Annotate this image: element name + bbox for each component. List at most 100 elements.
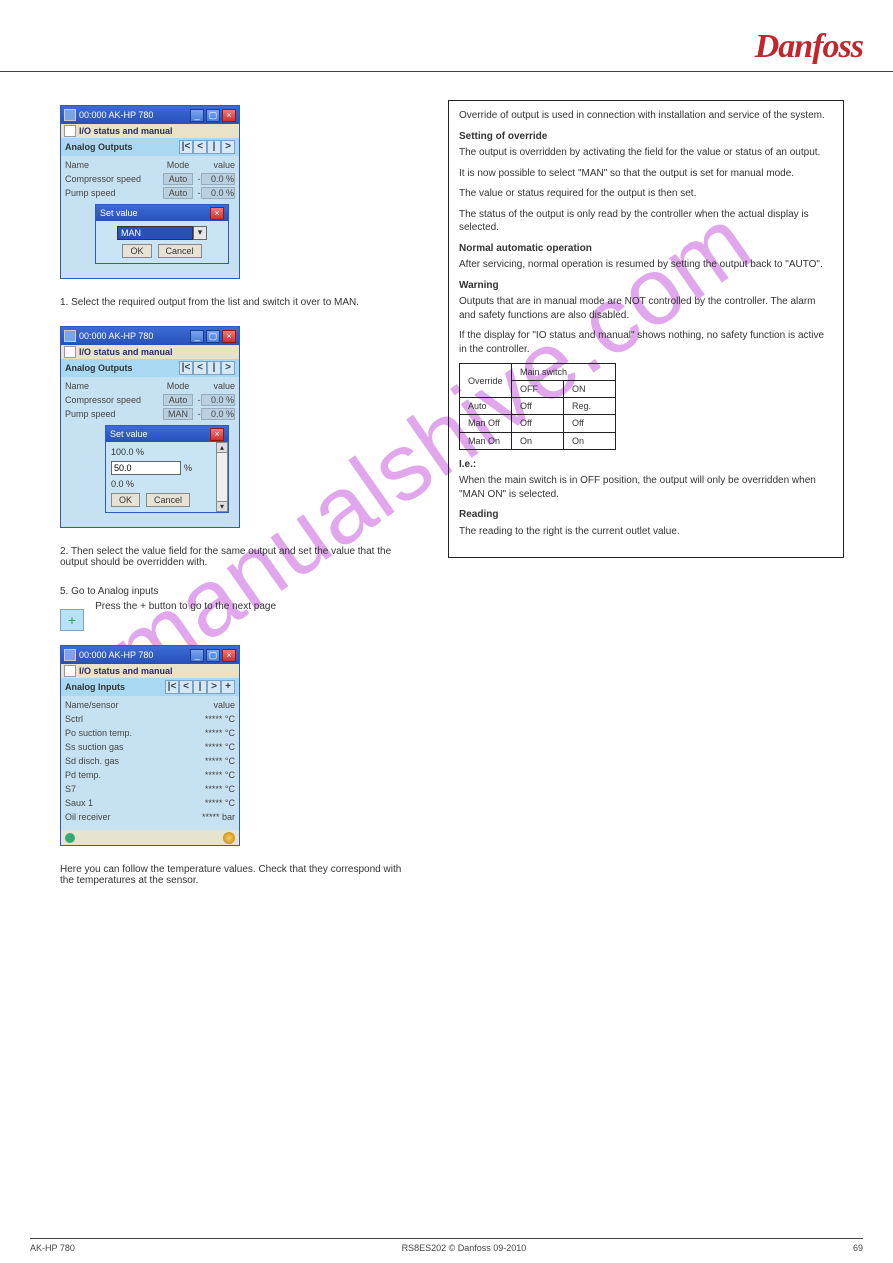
info-p3: It is now possible to select "MAN" so th… — [459, 167, 833, 181]
table-row: Pump speed MAN - 0.0 % — [65, 407, 235, 421]
nav-prev-button[interactable]: < — [193, 140, 207, 154]
row-value[interactable]: 0.0 % — [201, 173, 235, 185]
caption-2: 2. Then select the value field for the s… — [60, 546, 410, 568]
plus-button[interactable]: + — [60, 609, 84, 631]
col-value: value — [201, 160, 235, 170]
nav-next-button[interactable]: > — [221, 361, 235, 375]
window-title: 00:000 AK-HP 780 — [79, 331, 190, 341]
cancel-button[interactable]: Cancel — [146, 493, 190, 507]
table-cell: Auto — [460, 398, 512, 415]
table-row: Saux 1***** °C — [65, 796, 235, 810]
nav-first-button[interactable]: |< — [179, 361, 193, 375]
table-cell: Off — [512, 415, 564, 432]
ok-button[interactable]: OK — [111, 493, 140, 507]
table-cell: Main switch — [512, 364, 616, 381]
table-cell: Man Off — [460, 415, 512, 432]
info-h3: Warning — [459, 279, 833, 293]
left-column: 00:000 AK-HP 780 _ ▢ × I/O status and ma… — [60, 105, 430, 904]
status-indicator-icon — [65, 833, 75, 843]
nav-prev-button[interactable]: < — [193, 361, 207, 375]
input-grid: Name/sensor value Sctrl***** °C Po sucti… — [61, 696, 239, 830]
scroll-up-icon[interactable]: ▴ — [216, 442, 228, 453]
mode-combo[interactable]: MAN ▾ — [117, 226, 207, 240]
maximize-button[interactable]: ▢ — [206, 649, 220, 662]
info-h5: Reading — [459, 508, 833, 522]
col-name: Name/sensor — [65, 700, 201, 710]
col-value: value — [201, 700, 235, 710]
maximize-button[interactable]: ▢ — [206, 330, 220, 343]
status-bar — [61, 830, 239, 845]
table-row: Po suction temp.***** °C — [65, 726, 235, 740]
close-button[interactable]: × — [222, 109, 236, 122]
ok-button[interactable]: OK — [122, 244, 151, 258]
info-box: Override of output is used in connection… — [448, 100, 844, 558]
system-icon — [64, 649, 76, 661]
max-value-label: 100.0 % — [111, 447, 144, 457]
nav-first-button[interactable]: |< — [165, 680, 179, 694]
dialog-close-button[interactable]: × — [210, 428, 224, 441]
row-name: Pump speed — [65, 409, 163, 419]
info-p6: After servicing, normal operation is res… — [459, 258, 833, 272]
minimize-button[interactable]: _ — [190, 330, 204, 343]
nav-next-button[interactable]: > — [221, 140, 235, 154]
nav-sep: | — [207, 361, 221, 375]
output-grid: Name Mode value Compressor speed Auto - … — [61, 156, 239, 278]
set-value-dialog: Set value × MAN ▾ OK Cancel — [95, 204, 229, 264]
nav-prev-button[interactable]: < — [179, 680, 193, 694]
row-mode[interactable]: Auto — [163, 394, 193, 406]
info-h1: Setting of override — [459, 130, 833, 144]
footer-center: RS8ES202 © Danfoss 09-2010 — [402, 1243, 527, 1253]
table-cell: Off — [564, 415, 616, 432]
row-name: Compressor speed — [65, 174, 163, 184]
col-value: value — [201, 381, 235, 391]
activity-icon — [223, 832, 235, 844]
nav-sep: | — [193, 680, 207, 694]
dialog-title: Set value — [110, 429, 210, 439]
minimize-button[interactable]: _ — [190, 649, 204, 662]
caption-3: Here you can follow the temperature valu… — [60, 864, 410, 886]
nav-next-button[interactable]: > — [207, 680, 221, 694]
row-value[interactable]: 0.0 % — [201, 394, 235, 406]
cancel-button[interactable]: Cancel — [158, 244, 202, 258]
table-row: Sctrl***** °C — [65, 712, 235, 726]
dialog-titlebar[interactable]: Set value × — [96, 205, 228, 221]
info-h4: I.e.: — [459, 458, 833, 472]
window-titlebar[interactable]: 00:000 AK-HP 780 _ ▢ × — [61, 327, 239, 345]
nav-add-button[interactable]: + — [221, 680, 235, 694]
info-p1: Override of output is used in connection… — [459, 109, 833, 123]
page-header: Danfoss — [0, 0, 893, 72]
table-row: Ss suction gas***** °C — [65, 740, 235, 754]
window-titlebar[interactable]: 00:000 AK-HP 780 _ ▢ × — [61, 106, 239, 124]
chevron-down-icon[interactable]: ▾ — [193, 226, 207, 240]
table-cell: On — [564, 432, 616, 449]
row-value[interactable]: 0.0 % — [201, 408, 235, 420]
minimize-button[interactable]: _ — [190, 109, 204, 122]
close-button[interactable]: × — [222, 330, 236, 343]
close-button[interactable]: × — [222, 649, 236, 662]
panel-title: Analog Inputs — [65, 682, 125, 692]
dialog-titlebar[interactable]: Set value × — [106, 426, 228, 442]
window-subtitle-bar: I/O status and manual — [61, 124, 239, 138]
col-name: Name — [65, 160, 163, 170]
nav-first-button[interactable]: |< — [179, 140, 193, 154]
row-mode[interactable]: Auto — [163, 173, 193, 185]
scroll-down-icon[interactable]: ▾ — [216, 501, 228, 512]
row-value[interactable]: 0.0 % — [201, 187, 235, 199]
dialog-close-button[interactable]: × — [210, 207, 224, 220]
window-title: 00:000 AK-HP 780 — [79, 650, 190, 660]
table-cell: Reg. — [564, 398, 616, 415]
maximize-button[interactable]: ▢ — [206, 109, 220, 122]
table-row: Compressor speed Auto - 0.0 % — [65, 393, 235, 407]
table-row: S7***** °C — [65, 782, 235, 796]
row-mode[interactable]: Auto — [163, 187, 193, 199]
table-row: Pump speed Auto - 0.0 % — [65, 186, 235, 200]
window-subtitle: I/O status and manual — [79, 126, 173, 136]
window-titlebar[interactable]: 00:000 AK-HP 780 _ ▢ × — [61, 646, 239, 664]
table-row: Oil receiver***** bar — [65, 810, 235, 824]
value-scrollbar[interactable]: ▴ ▾ — [216, 442, 228, 512]
row-mode[interactable]: MAN — [163, 408, 193, 420]
table-cell: Override — [460, 364, 512, 398]
caption-1: 1. Select the required output from the l… — [60, 297, 410, 308]
value-input[interactable] — [111, 461, 181, 475]
lock-icon — [64, 125, 76, 137]
